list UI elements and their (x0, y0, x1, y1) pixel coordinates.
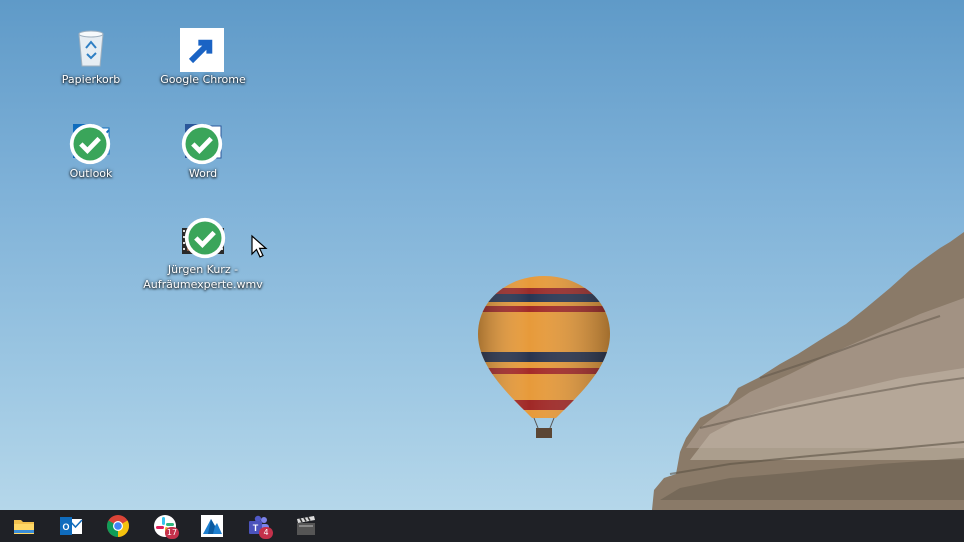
notification-badge: 17 (165, 527, 179, 539)
outlook-icon: O (59, 517, 83, 535)
desktop-icon-label-line1: Jürgen Kurz - (167, 263, 239, 276)
sync-check-icon (69, 123, 111, 165)
taskbar-file-explorer[interactable] (0, 510, 47, 542)
taskbar-video-editor[interactable] (282, 510, 329, 542)
desktop-icon-video-file[interactable]: Jürgen Kurz - Aufräumexperte.wmv (140, 217, 266, 292)
svg-text:T: T (252, 523, 258, 533)
desktop-icon-label: Word (188, 167, 218, 180)
desktop-icon-label: Google Chrome (160, 73, 246, 86)
sync-check-icon (181, 123, 223, 165)
chrome-icon (106, 515, 129, 537)
hot-air-balloon-image (478, 276, 610, 438)
rock-cliff-image (652, 232, 964, 510)
folder-icon (13, 520, 34, 534)
recycle-bin-icon (78, 30, 104, 67)
desktop-icon-word[interactable]: W Word (155, 120, 251, 181)
notification-badge: 4 (259, 527, 273, 539)
shortcut-arrow-icon (180, 28, 224, 72)
svg-text:O: O (62, 522, 69, 532)
desktop-icon-label: Outlook (69, 167, 113, 180)
desktop-icon-google-chrome[interactable]: Google Chrome (155, 26, 251, 87)
taskbar-teams[interactable]: T 4 (235, 510, 282, 542)
taskbar: O 17 T 4 (0, 510, 964, 542)
taskbar-chrome[interactable] (94, 510, 141, 542)
mouse-pointer-icon (251, 234, 268, 258)
taskbar-app-blue[interactable] (188, 510, 235, 542)
sync-check-icon (184, 217, 226, 259)
mountain-app-icon (200, 515, 223, 537)
desktop-icon-label-line2: Aufräumexperte.wmv (143, 278, 263, 291)
taskbar-slack[interactable]: 17 (141, 510, 188, 542)
desktop-icon-recycle-bin[interactable]: Papierkorb (43, 26, 139, 87)
desktop: Papierkorb Google Chrome Outlook Word Jü… (0, 0, 964, 510)
clapperboard-icon (296, 516, 315, 535)
taskbar-outlook[interactable]: O (47, 510, 94, 542)
desktop-icon-label: Papierkorb (61, 73, 121, 86)
desktop-icon-outlook[interactable]: O Outlook (43, 120, 139, 181)
